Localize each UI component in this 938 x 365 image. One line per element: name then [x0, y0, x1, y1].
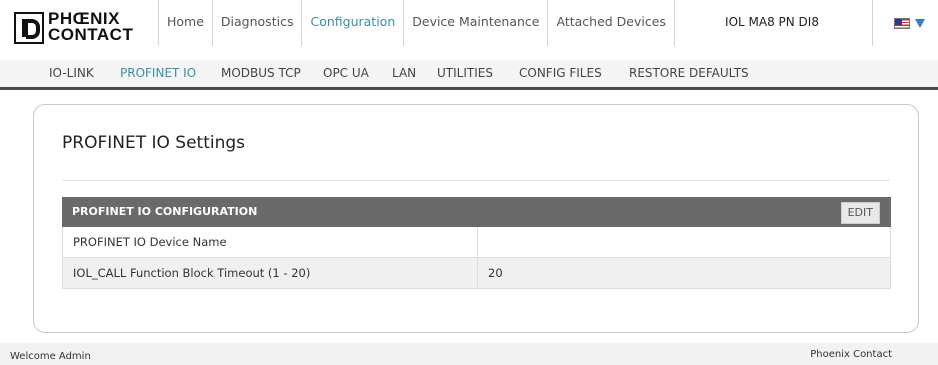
iol-call-timeout-value: 20 [488, 266, 503, 280]
table-row: PROFINET IO Device Name [62, 227, 891, 258]
welcome-text: Welcome Admin [10, 351, 91, 362]
logo-text: PHŒNIX CONTACT [48, 10, 134, 44]
settings-card: PROFINET IO Settings PROFINET IO CONFIGU… [33, 104, 919, 333]
footer: Welcome Admin Phoenix Contact [0, 343, 938, 365]
subnav-utilities[interactable]: UTILITIES [437, 66, 493, 80]
subnav-modbus-tcp[interactable]: MODBUS TCP [221, 66, 301, 80]
subnav-profinet-io[interactable]: PROFINET IO [120, 66, 196, 80]
subnav-opc-ua[interactable]: OPC UA [323, 66, 369, 80]
device-name: IOL MA8 PN DI8 [672, 0, 873, 46]
profinet-config-table: PROFINET IO CONFIGURATION EDIT PROFINET … [62, 197, 891, 289]
tab-device-maintenance[interactable]: Device Maintenance [403, 0, 548, 46]
iol-call-timeout-label: IOL_CALL Function Block Timeout (1 - 20) [73, 266, 311, 280]
page-title: PROFINET IO Settings [62, 133, 246, 153]
subnav-io-link[interactable]: IO-LINK [49, 66, 94, 80]
table-header-title: PROFINET IO CONFIGURATION [72, 205, 258, 218]
tab-home[interactable]: Home [158, 0, 212, 46]
title-divider [62, 180, 890, 181]
sub-navigation: IO-LINK PROFINET IO MODBUS TCP OPC UA LA… [0, 60, 938, 90]
column-divider [477, 227, 478, 257]
tab-attached-devices[interactable]: Attached Devices [547, 0, 675, 46]
subnav-restore-defaults[interactable]: RESTORE DEFAULTS [629, 66, 749, 80]
company-name: Phoenix Contact [810, 349, 892, 360]
table-header: PROFINET IO CONFIGURATION EDIT [62, 197, 891, 227]
device-name-label: PROFINET IO Device Name [73, 235, 227, 249]
language-selector[interactable] [886, 15, 930, 33]
column-divider [477, 258, 478, 288]
subnav-lan[interactable]: LAN [392, 66, 416, 80]
table-row: IOL_CALL Function Block Timeout (1 - 20)… [62, 258, 891, 289]
top-bar: PHŒNIX CONTACT Home Diagnostics Configur… [0, 0, 938, 60]
phoenix-contact-logo[interactable]: PHŒNIX CONTACT [14, 10, 149, 47]
us-flag-icon [894, 18, 910, 29]
subnav-config-files[interactable]: CONFIG FILES [519, 66, 602, 80]
logo-mark-icon [14, 12, 44, 44]
tab-configuration[interactable]: Configuration [301, 0, 404, 46]
main-tabs: Home Diagnostics Configuration Device Ma… [158, 0, 675, 46]
logo-line-2: CONTACT [48, 25, 134, 44]
chevron-down-icon [915, 19, 925, 28]
tab-diagnostics[interactable]: Diagnostics [211, 0, 302, 46]
edit-button[interactable]: EDIT [840, 202, 880, 224]
